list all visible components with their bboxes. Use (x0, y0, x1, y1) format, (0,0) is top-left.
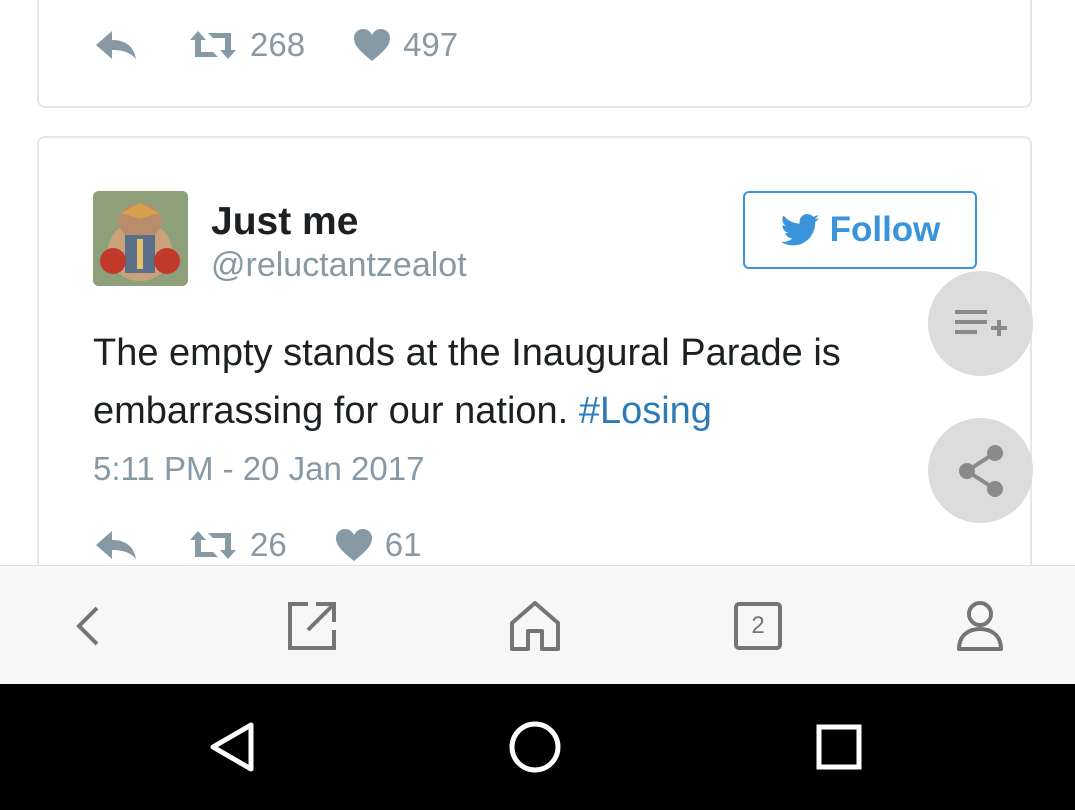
tweet-body: The empty stands at the Inaugural Parade… (93, 332, 841, 432)
tabs-button[interactable]: 2 (728, 596, 788, 656)
reply-icon (96, 31, 136, 59)
tab-count: 2 (751, 612, 765, 639)
retweet-count: 26 (250, 526, 287, 563)
tweet-card: Just me @reluctantzealot Follow The empt… (37, 136, 1032, 606)
follow-label: Follow (829, 210, 941, 249)
system-back-button[interactable] (202, 717, 262, 777)
reply-button[interactable] (94, 29, 138, 61)
avatar[interactable] (93, 191, 188, 286)
like-button[interactable]: 61 (335, 526, 422, 564)
retweet-button[interactable]: 268 (188, 26, 305, 64)
retweet-icon (190, 531, 236, 559)
system-home-button[interactable] (505, 717, 565, 777)
author-handle[interactable]: @reluctantzealot (211, 246, 467, 285)
browser-back-button[interactable] (58, 596, 118, 656)
reply-icon (96, 531, 136, 559)
playlist-add-icon (954, 309, 1007, 336)
tweet-actions: 268 497 (94, 20, 458, 70)
nav-home-icon (509, 721, 561, 773)
author-name[interactable]: Just me (211, 200, 358, 244)
open-external-button[interactable] (282, 596, 342, 656)
nav-back-icon (210, 722, 254, 772)
reply-button[interactable] (94, 529, 138, 561)
like-count: 497 (403, 26, 459, 63)
tweet-actions: 26 61 (94, 520, 421, 570)
like-button[interactable]: 497 (353, 26, 458, 64)
like-count: 61 (384, 526, 422, 563)
nav-recents-icon (816, 724, 862, 770)
tweet-text: The empty stands at the Inaugural Parade… (93, 324, 943, 440)
open-external-icon (288, 602, 336, 650)
retweet-button[interactable]: 26 (188, 526, 287, 564)
heart-icon (354, 29, 391, 61)
hashtag-link[interactable]: #Losing (579, 390, 712, 432)
share-icon (958, 444, 1003, 497)
system-navigation-bar (0, 684, 1075, 810)
previous-tweet-card: 268 497 (37, 0, 1032, 108)
tweet-timestamp[interactable]: 5:11 PM - 20 Jan 2017 (93, 450, 424, 488)
profile-button[interactable] (950, 596, 1010, 656)
browser-home-button[interactable] (505, 596, 565, 656)
back-chevron-icon (76, 606, 99, 646)
retweet-icon (190, 31, 236, 59)
heart-icon (335, 529, 372, 561)
share-button[interactable] (928, 418, 1033, 523)
profile-icon (957, 601, 1003, 651)
add-to-list-button[interactable] (928, 271, 1033, 376)
twitter-bird-icon (780, 214, 819, 246)
home-icon (510, 601, 560, 651)
retweet-count: 268 (250, 26, 306, 63)
system-recents-button[interactable] (809, 717, 869, 777)
follow-button[interactable]: Follow (743, 191, 977, 269)
browser-toolbar: 2 (0, 565, 1075, 684)
